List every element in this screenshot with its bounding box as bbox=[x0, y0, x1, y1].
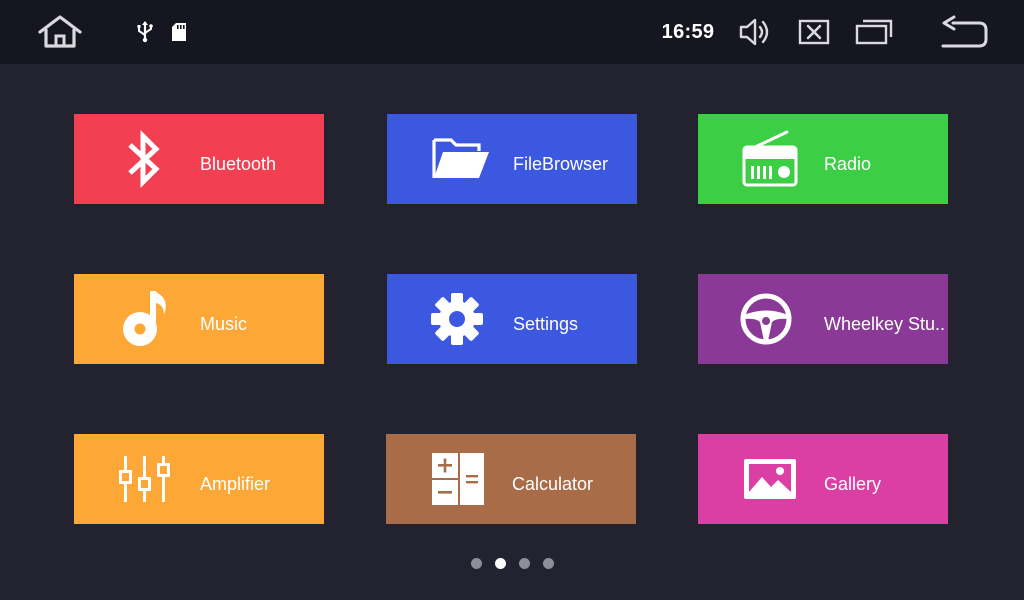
gallery-tile[interactable]: Gallery bbox=[698, 434, 948, 524]
music-tile[interactable]: Music bbox=[74, 274, 324, 364]
radio-tile[interactable]: Radio bbox=[698, 114, 948, 204]
settings-label: Settings bbox=[513, 314, 579, 334]
bluetooth-tile[interactable]: Bluetooth bbox=[74, 114, 324, 204]
volume-icon[interactable] bbox=[736, 14, 774, 50]
music-note-icon bbox=[116, 289, 176, 349]
equalizer-icon bbox=[114, 449, 174, 509]
bluetooth-label: Bluetooth bbox=[200, 154, 277, 174]
page-dot[interactable] bbox=[543, 558, 554, 569]
wheelkey-studio-label: Wheelkey Stu.. bbox=[824, 314, 946, 334]
close-icon[interactable] bbox=[796, 16, 832, 48]
gear-icon bbox=[427, 289, 487, 349]
folder-icon bbox=[431, 129, 491, 189]
radio-label: Radio bbox=[824, 154, 872, 174]
calculator-icon bbox=[428, 449, 488, 509]
page-dot[interactable] bbox=[519, 558, 530, 569]
radio-icon bbox=[740, 129, 800, 189]
music-label: Music bbox=[200, 314, 248, 334]
calculator-tile[interactable]: Calculator bbox=[386, 434, 636, 524]
steering-wheel-icon bbox=[736, 289, 796, 349]
back-icon[interactable] bbox=[938, 14, 990, 50]
wheelkey-studio-tile[interactable]: Wheelkey Stu.. bbox=[698, 274, 948, 364]
page-dot[interactable] bbox=[471, 558, 482, 569]
bluetooth-icon bbox=[114, 129, 174, 189]
gallery-label: Gallery bbox=[824, 474, 882, 494]
page-dot[interactable] bbox=[495, 558, 506, 569]
image-icon bbox=[740, 449, 800, 509]
sd-card-icon bbox=[168, 20, 190, 44]
amplifier-label: Amplifier bbox=[200, 474, 271, 494]
page-indicator bbox=[468, 558, 560, 570]
filebrowser-label: FileBrowser bbox=[513, 154, 609, 174]
clock: 16:59 bbox=[661, 21, 715, 43]
status-bar: 16:59 bbox=[0, 0, 1024, 64]
settings-tile[interactable]: Settings bbox=[387, 274, 637, 364]
home-icon[interactable] bbox=[36, 12, 84, 52]
calculator-label: Calculator bbox=[512, 474, 594, 494]
amplifier-tile[interactable]: Amplifier bbox=[74, 434, 324, 524]
usb-icon bbox=[134, 20, 156, 44]
filebrowser-tile[interactable]: FileBrowser bbox=[387, 114, 637, 204]
recent-apps-icon[interactable] bbox=[854, 16, 894, 48]
